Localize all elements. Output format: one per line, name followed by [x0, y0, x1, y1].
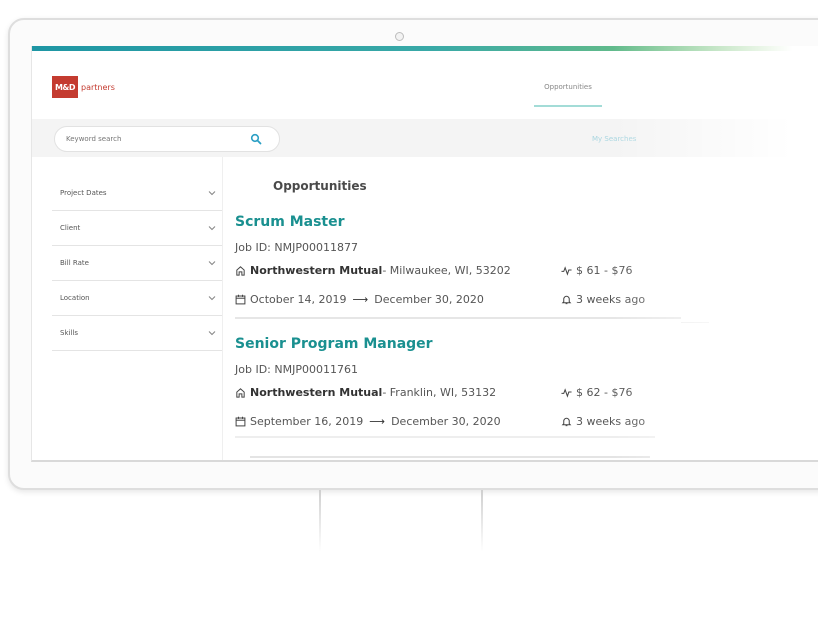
stand-leg: [319, 490, 321, 552]
logo-word: partners: [81, 82, 115, 92]
job-location: - Franklin, WI, 53132: [382, 386, 497, 399]
rate-pulse-icon: [561, 266, 572, 276]
filter-bill-rate[interactable]: Bill Rate: [52, 246, 222, 281]
filter-location[interactable]: Location: [52, 281, 222, 316]
rate-pulse-icon: [561, 388, 572, 398]
search-box: [54, 126, 280, 152]
filter-label: Bill Rate: [60, 259, 89, 267]
building-icon: [236, 388, 245, 398]
client-name: Northwestern Mutual: [250, 264, 383, 277]
filter-label: Skills: [60, 329, 78, 337]
calendar-icon: [235, 416, 246, 427]
chevron-down-icon: [208, 191, 216, 196]
filter-client[interactable]: Client: [52, 211, 222, 246]
search-input[interactable]: [66, 135, 246, 143]
chevron-down-icon: [208, 296, 216, 301]
arrow-right-icon: ⟶: [352, 293, 369, 306]
chevron-down-icon: [208, 261, 216, 266]
screen-fade-overlay: [612, 46, 818, 460]
logo-badge: M&D: [52, 76, 78, 98]
sidebar-divider: [222, 157, 223, 460]
building-icon: [236, 266, 245, 276]
stand-leg: [481, 490, 483, 552]
chevron-down-icon: [208, 226, 216, 231]
end-date: December 30, 2020: [374, 293, 484, 306]
job-location: - Milwaukee, WI, 53202: [382, 264, 511, 277]
camera-dot: [395, 32, 404, 41]
calendar-icon: [235, 294, 246, 305]
tab-opportunities[interactable]: Opportunities: [534, 79, 602, 107]
brand-logo[interactable]: M&D partners: [52, 76, 115, 98]
filter-skills[interactable]: Skills: [52, 316, 222, 351]
bell-icon: [561, 417, 572, 427]
list-bottom-edge: [250, 456, 650, 458]
start-date: October 14, 2019: [250, 293, 347, 306]
filter-label: Project Dates: [60, 189, 107, 197]
job-divider: [235, 436, 655, 438]
end-date: December 30, 2020: [391, 415, 501, 428]
start-date: September 16, 2019: [250, 415, 364, 428]
filter-label: Client: [60, 224, 81, 232]
filter-label: Location: [60, 294, 90, 302]
filter-project-dates[interactable]: Project Dates: [52, 176, 222, 211]
bell-icon: [561, 295, 572, 305]
client-name: Northwestern Mutual: [250, 386, 383, 399]
chevron-down-icon: [208, 331, 216, 336]
arrow-right-icon: ⟶: [369, 415, 386, 428]
page-title: Opportunities: [273, 179, 367, 193]
filter-sidebar: Project Dates Client Bill Rate Location …: [52, 176, 222, 351]
search-icon[interactable]: [250, 133, 262, 145]
monitor-stand: [319, 490, 483, 556]
app-screen: M&D partners Opportunities My Searches P…: [31, 46, 818, 462]
